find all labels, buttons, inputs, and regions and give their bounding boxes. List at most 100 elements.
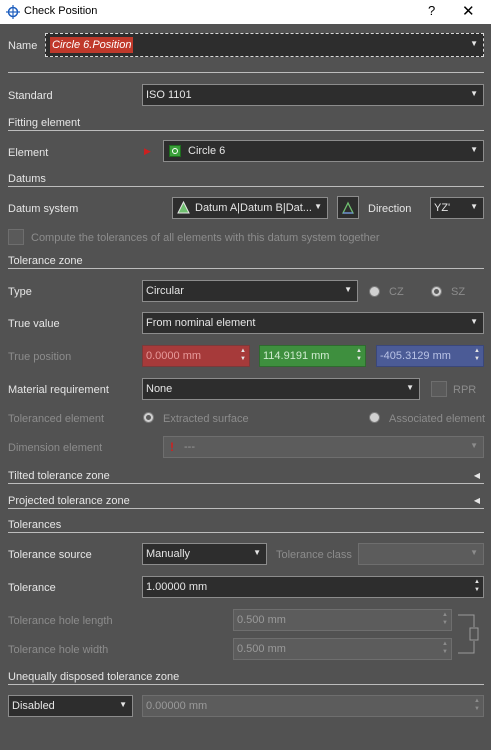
chevron-down-icon: ▼: [470, 202, 478, 211]
chevron-down-icon: ▼: [470, 548, 478, 557]
true-value-label: True value: [8, 318, 60, 330]
true-position-z-value: -405.3129 mm: [380, 350, 451, 362]
tolerance-hole-width-field[interactable]: 0.500 mm ▲ ▼: [233, 638, 452, 660]
compute-together-checkbox[interactable]: [8, 229, 24, 245]
section-datums: Datums: [8, 173, 484, 187]
tolerance-source-label: Tolerance source: [8, 549, 92, 561]
section-unequally-disposed-tolerance-zone: Unequally disposed tolerance zone: [8, 671, 484, 685]
cz-radio[interactable]: [369, 286, 380, 297]
chevron-down-icon: ▼: [406, 383, 414, 392]
section-title: Tolerance zone: [8, 255, 83, 267]
unequal-offset-value: 0.00000 mm: [146, 700, 208, 712]
unequal-mode-dropdown[interactable]: Disabled ▼: [8, 695, 133, 717]
tolerance-source-dropdown[interactable]: Manually ▼: [142, 543, 267, 565]
spinner-arrows-icon: ▲ ▼: [442, 612, 448, 626]
tolerance-field[interactable]: 1.00000 mm ▲ ▼: [142, 576, 484, 598]
tolerance-label: Tolerance: [8, 582, 56, 594]
tolerance-class-dropdown[interactable]: ▼: [358, 543, 484, 565]
exclamation-icon: !: [170, 440, 174, 454]
section-title: Unequally disposed tolerance zone: [8, 671, 180, 683]
element-value: Circle 6: [188, 145, 226, 157]
crosshair-icon: [6, 5, 20, 19]
section-title: Fitting element: [8, 117, 81, 129]
chevron-down-icon: ▼: [119, 700, 127, 709]
chevron-down-icon: ▼: [470, 317, 478, 326]
type-dropdown[interactable]: Circular ▼: [142, 280, 358, 302]
spinner-arrows-icon: ▲ ▼: [474, 348, 480, 362]
extracted-surface-radio[interactable]: [143, 412, 154, 423]
true-position-z-field[interactable]: -405.3129 mm ▲ ▼: [376, 345, 484, 367]
chevron-down-icon: ▼: [470, 39, 478, 48]
true-position-x-value: 0.0000 mm: [146, 350, 202, 362]
associated-element-radio[interactable]: [369, 412, 380, 423]
direction-icon: [341, 201, 355, 214]
datum-system-value: Datum A|Datum B|Dat...: [195, 202, 312, 214]
tolerance-hole-width-label: Tolerance hole width: [8, 644, 109, 656]
spinner-arrows-icon: ▲ ▼: [474, 579, 480, 593]
tolerance-source-value: Manually: [146, 548, 191, 560]
material-requirement-value: None: [146, 383, 173, 395]
title-bar: Check Position ? ✕: [0, 0, 491, 24]
unequal-offset-field[interactable]: 0.00000 mm ▲ ▼: [142, 695, 484, 717]
dimension-element-label: Dimension element: [8, 442, 103, 454]
direction-icon-button[interactable]: [337, 196, 359, 219]
section-title: Datums: [8, 173, 46, 185]
true-position-y-value: 114.9191 mm: [263, 350, 330, 362]
compute-together-label: Compute the tolerances of all elements w…: [31, 232, 380, 244]
name-label: Name: [8, 40, 38, 52]
type-value: Circular: [146, 285, 184, 297]
chevron-down-icon: ▼: [253, 548, 261, 557]
tolerance-hole-length-value: 0.500 mm: [237, 614, 286, 626]
chevron-down-icon: ▼: [470, 441, 478, 450]
element-label: Element: [8, 147, 49, 159]
true-position-x-field[interactable]: 0.0000 mm ▲ ▼: [142, 345, 250, 367]
datum-system-label: Datum system: [8, 203, 79, 215]
circle-element-icon: [169, 145, 181, 157]
tolerance-hole-length-label: Tolerance hole length: [8, 615, 113, 627]
section-tilted-tolerance-zone[interactable]: Tilted tolerance zone ◀: [8, 470, 484, 484]
help-button[interactable]: ?: [428, 3, 435, 18]
unequal-mode-value: Disabled: [12, 700, 55, 712]
element-dropdown[interactable]: Circle 6 ▼: [163, 140, 484, 162]
standard-value: ISO 1101: [146, 89, 192, 101]
section-tolerances: Tolerances: [8, 519, 484, 533]
chevron-down-icon: ▼: [344, 285, 352, 294]
window-title: Check Position: [24, 5, 98, 17]
material-requirement-dropdown[interactable]: None ▼: [142, 378, 420, 400]
rpr-label: RPR: [453, 384, 477, 396]
true-value-dropdown[interactable]: From nominal element ▼: [142, 312, 484, 334]
spinner-arrows-icon: ▲ ▼: [240, 348, 246, 362]
section-tolerance-zone: Tolerance zone: [8, 255, 484, 269]
collapse-arrow-icon: ◀: [473, 471, 480, 480]
cz-label: CZ: [389, 286, 404, 298]
datum-system-icon: [177, 201, 190, 214]
section-title: Projected tolerance zone: [8, 495, 130, 507]
sz-radio[interactable]: [431, 286, 442, 297]
spinner-arrows-icon: ▲ ▼: [356, 348, 362, 362]
standard-label: Standard: [8, 90, 53, 102]
direction-dropdown[interactable]: YZ' ▼: [430, 197, 484, 219]
collapse-arrow-icon: ◀: [473, 496, 480, 505]
material-requirement-label: Material requirement: [8, 384, 109, 396]
type-label: Type: [8, 286, 32, 298]
section-projected-tolerance-zone[interactable]: Projected tolerance zone ◀: [8, 495, 484, 509]
standard-dropdown[interactable]: ISO 1101 ▼: [142, 84, 484, 106]
red-arrow-icon: ▶: [144, 146, 151, 156]
name-field[interactable]: Circle 6.Position ▼: [45, 33, 484, 57]
tolerance-hole-width-value: 0.500 mm: [237, 643, 286, 655]
spinner-arrows-icon: ▲ ▼: [442, 641, 448, 655]
rpr-checkbox[interactable]: [431, 381, 447, 397]
divider: [8, 72, 484, 73]
link-bracket-icon[interactable]: [456, 613, 482, 655]
dimension-element-value: ---: [184, 441, 195, 453]
close-button[interactable]: ✕: [462, 2, 475, 20]
dimension-element-dropdown[interactable]: ! --- ▼: [163, 436, 484, 458]
true-position-y-field[interactable]: 114.9191 mm ▲ ▼: [259, 345, 366, 367]
direction-label: Direction: [368, 203, 412, 215]
chevron-down-icon: ▼: [470, 89, 478, 98]
tolerance-hole-length-field[interactable]: 0.500 mm ▲ ▼: [233, 609, 452, 631]
true-position-label: True position: [8, 351, 72, 363]
datum-system-dropdown[interactable]: Datum A|Datum B|Dat... ▼: [172, 197, 328, 219]
spinner-arrows-icon: ▲ ▼: [474, 698, 480, 712]
true-value-value: From nominal element: [146, 317, 256, 329]
